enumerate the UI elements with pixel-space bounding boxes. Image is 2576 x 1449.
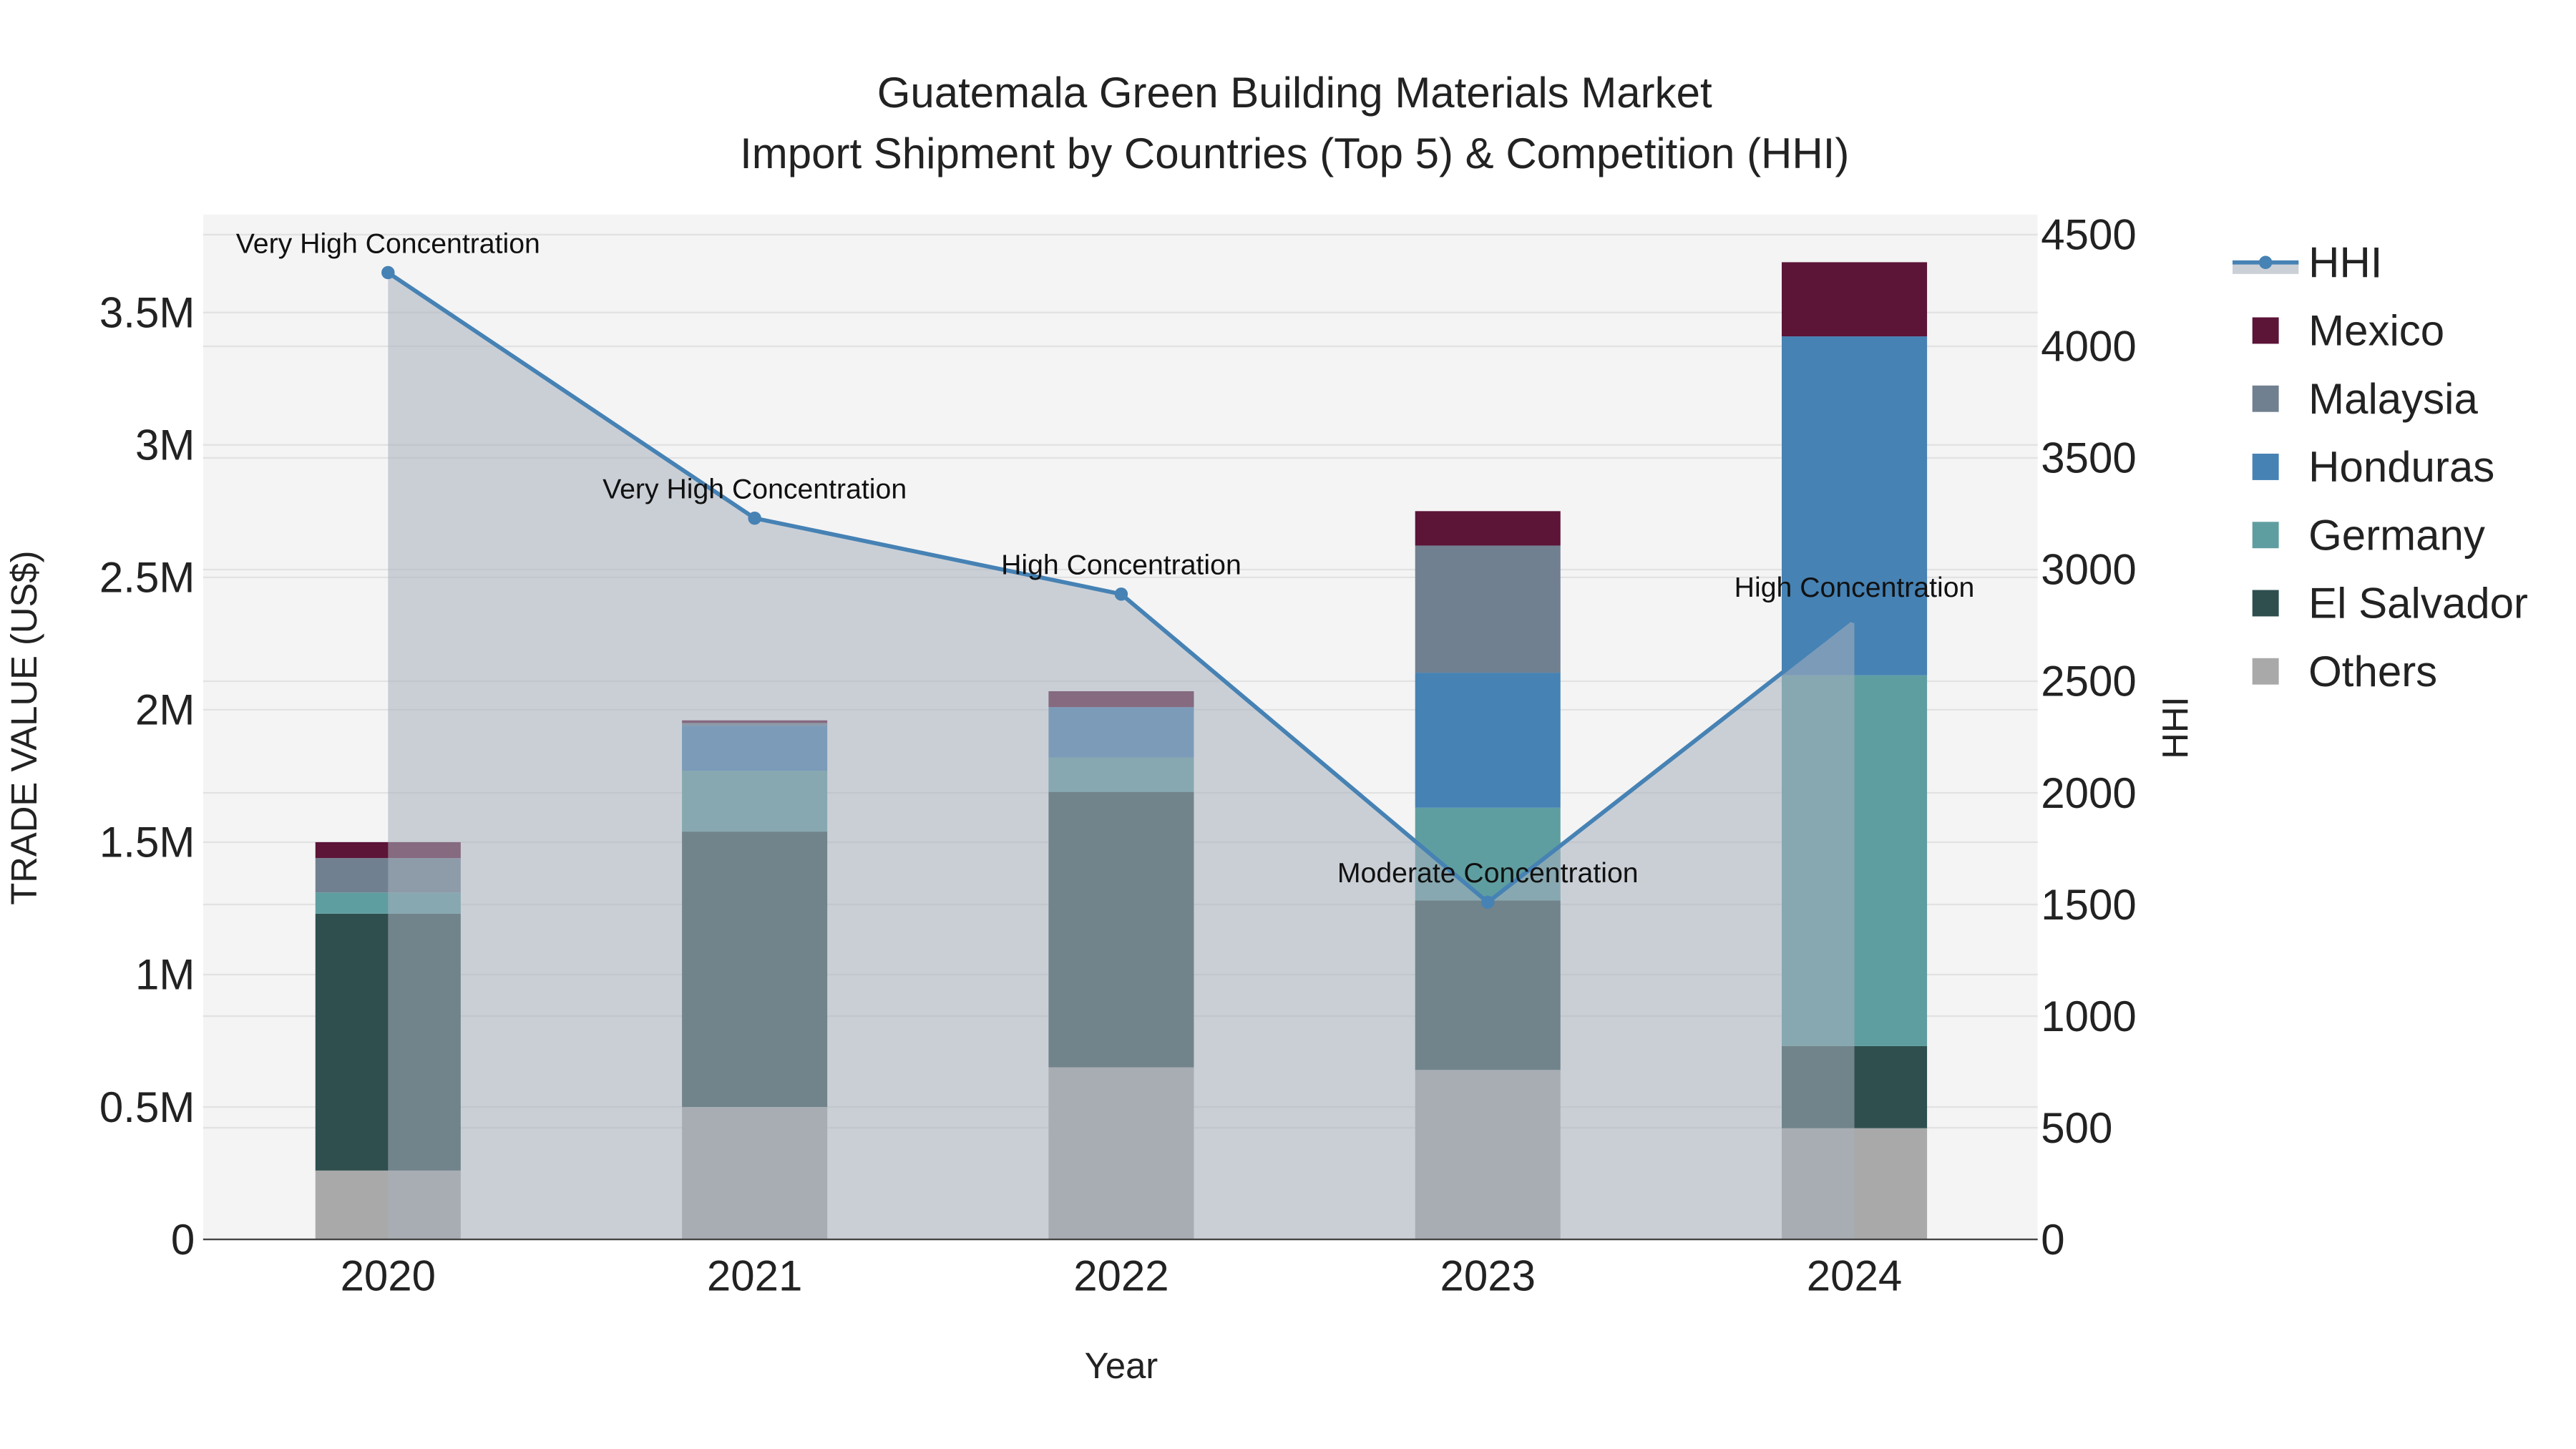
y-tick-label: 1M: [135, 951, 195, 999]
y2-tick-label: 4000: [2041, 323, 2136, 371]
legend-swatch: [2252, 317, 2279, 344]
y2-tick-label: 3000: [2041, 546, 2136, 594]
legend-swatch: [2252, 522, 2279, 549]
x-axis-title: Year: [1085, 1345, 1158, 1386]
legend-swatch: [2252, 590, 2279, 617]
legend-marker: [2258, 255, 2273, 269]
chart-subtitle: Import Shipment by Countries (Top 5) & C…: [740, 130, 1849, 177]
x-tick-label: 2021: [707, 1252, 802, 1300]
x-tick-label: 2022: [1073, 1252, 1169, 1300]
legend-swatch: [2252, 385, 2279, 412]
y2-tick-label: 1500: [2041, 881, 2136, 929]
legend-label: El Salvador: [2308, 580, 2528, 628]
y-tick-label: 3M: [135, 421, 195, 469]
bar-mexico-2024: [1782, 262, 1928, 337]
hhi-point: [748, 511, 761, 525]
y2-tick-label: 3500: [2041, 434, 2136, 482]
legend-swatch: [2252, 658, 2279, 685]
hhi-point: [1114, 587, 1128, 601]
legend-label: Honduras: [2308, 443, 2494, 491]
hhi-annotation: Very High Concentration: [602, 474, 907, 505]
bar-mexico-2023: [1415, 511, 1561, 546]
hhi-annotation: High Concentration: [1735, 572, 1975, 603]
y-tick-label: 2.5M: [99, 554, 195, 602]
y2-tick-label: 0: [2041, 1216, 2064, 1264]
y2-axis-title: HHI: [2155, 696, 2196, 758]
hhi-point: [1481, 895, 1495, 909]
y-axis-title: TRADE VALUE (US$): [4, 550, 44, 904]
y-tick-label: 2M: [135, 686, 195, 734]
y2-tick-label: 1000: [2041, 992, 2136, 1040]
legend-label: Malaysia: [2308, 375, 2478, 423]
y-tick-label: 0: [171, 1216, 195, 1264]
x-tick-label: 2024: [1807, 1252, 1902, 1300]
y2-tick-label: 500: [2041, 1104, 2112, 1152]
hhi-annotation: Very High Concentration: [236, 228, 540, 259]
bar-honduras-2023: [1415, 673, 1561, 808]
y-tick-label: 0.5M: [99, 1083, 195, 1131]
y2-tick-label: 4500: [2041, 211, 2136, 259]
x-tick-label: 2020: [341, 1252, 436, 1300]
legend-label: Others: [2308, 648, 2437, 696]
legend-label: Germany: [2308, 512, 2485, 560]
y-tick-label: 1.5M: [99, 819, 195, 867]
hhi-point: [381, 265, 395, 280]
y2-tick-label: 2500: [2041, 658, 2136, 706]
chart-title: Guatemala Green Building Materials Marke…: [877, 69, 1712, 117]
legend-swatch: [2252, 454, 2279, 480]
legend-label: Mexico: [2308, 307, 2444, 355]
chart: Very High Concentration Very High Concent…: [0, 0, 2576, 1449]
y2-tick-label: 2000: [2041, 769, 2136, 817]
y-tick-label: 3.5M: [99, 289, 195, 337]
hhi-point: [1848, 610, 1861, 623]
hhi-annotation: Moderate Concentration: [1337, 858, 1639, 889]
bar-malaysia-2023: [1415, 545, 1561, 673]
x-tick-label: 2023: [1440, 1252, 1536, 1300]
legend-label: HHI: [2308, 238, 2382, 286]
hhi-annotation: High Concentration: [1001, 550, 1241, 581]
